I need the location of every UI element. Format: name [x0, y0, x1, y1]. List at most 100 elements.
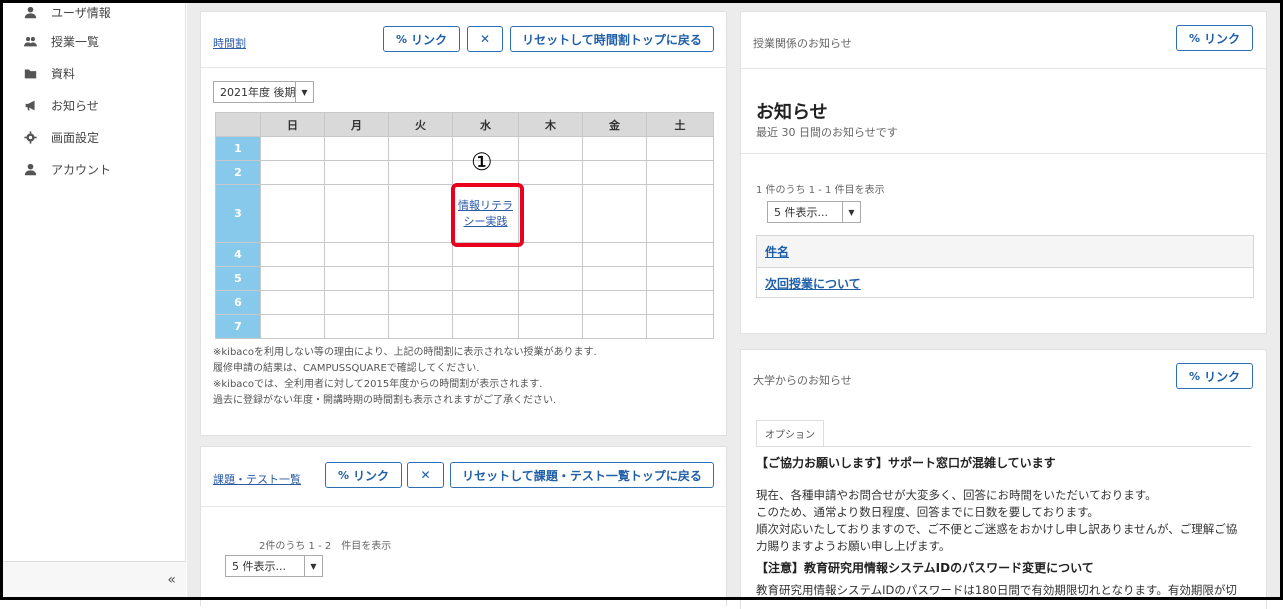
sidebar-item-label: アカウント [51, 162, 112, 177]
timetable-cell [260, 160, 325, 185]
bullhorn-icon [23, 98, 37, 112]
divider [741, 153, 1266, 154]
timetable-grid: 日 月 火 水 木 金 土 1 2 3 情報リテラシー実践 4 5 6 7 [215, 112, 714, 339]
timetable-cell [646, 160, 714, 185]
day-header: 日 [260, 112, 325, 137]
timetable-cell [260, 136, 325, 161]
timetable-cell [388, 160, 453, 185]
timetable-cell [260, 184, 325, 243]
main-area: 時間割 % リンク ✕ リセットして時間割トップに戻る 2021年度 後期 ▼ … [187, 3, 1280, 609]
tasks-reset-button-label: リセットして課題・テスト一覧トップに戻る [462, 468, 702, 483]
timetable-cell [646, 136, 714, 161]
tasks-title-link[interactable]: 課題・テスト一覧 [213, 471, 301, 487]
tasks-link-button[interactable]: % リンク [325, 462, 402, 488]
timetable-cell [646, 266, 714, 291]
user-icon [23, 5, 37, 19]
news-headline: 【注意】教育研究用情報システムIDのパスワード変更について [756, 561, 1094, 575]
day-header: 火 [388, 112, 453, 137]
user-icon [23, 162, 37, 176]
timetable-cell [582, 160, 647, 185]
folder-icon [23, 66, 37, 80]
sidebar-item-label: お知らせ [51, 98, 99, 113]
news-line: このため、通常より数日程度、回答までに日数を要しております。 [756, 505, 1099, 519]
timetable-reset-button-label: リセットして時間割トップに戻る [522, 32, 702, 47]
timetable-cell [388, 242, 453, 267]
tasks-reset-button[interactable]: リセットして課題・テスト一覧トップに戻る [450, 462, 714, 488]
sidebar-collapse-button[interactable]: « [3, 561, 186, 597]
class-notices-page-size-select[interactable]: 5 件表示... ▼ [767, 201, 861, 223]
sidebar-item-label: 資料 [51, 66, 76, 81]
notice-link[interactable]: 次回授業について [765, 275, 861, 292]
timetable-cell [388, 266, 453, 291]
sidebar-item-materials[interactable]: 資料 [3, 57, 185, 89]
sidebar-item-notices[interactable]: お知らせ [3, 89, 185, 121]
timetable-cell [452, 266, 519, 291]
tasks-page-size-select[interactable]: 5 件表示... ▼ [225, 555, 323, 577]
period-label: 3 [215, 184, 261, 243]
sidebar-item-account[interactable]: アカウント [3, 153, 185, 185]
class-notices-count-text: 1 件のうち 1 - 1 件目を表示 [756, 185, 885, 196]
gear-icon [23, 130, 37, 144]
day-header: 水 [452, 112, 519, 137]
period-label: 2 [215, 160, 261, 185]
timetable-title-link[interactable]: 時間割 [213, 35, 246, 51]
timetable-cell [646, 314, 714, 339]
table-row: 次回授業について [757, 268, 1253, 298]
note-line: ※kibacoでは、全利用者に対して2015年度からの時間割が表示されます. [213, 379, 543, 390]
period-label: 5 [215, 266, 261, 291]
tasks-link-button-label: リンク [353, 468, 390, 483]
timetable-reset-button[interactable]: リセットして時間割トップに戻る [510, 26, 714, 52]
period-label: 6 [215, 290, 261, 315]
timetable-link-button[interactable]: % リンク [383, 26, 460, 52]
news-line: 順次対応いたしておりますので、ご不便とご迷惑をおかけし申し訳ありませんが、ご理解… [756, 522, 1238, 536]
link-icon: % [1188, 369, 1200, 383]
timetable-expand-button[interactable]: ✕ [467, 26, 503, 52]
term-select-value: 2021年度 後期 [220, 86, 296, 99]
tab-option[interactable]: オプション [756, 420, 824, 446]
expand-icon: ✕ [479, 32, 491, 46]
timetable-link-button-label: リンク [411, 32, 448, 47]
sidebar-item-course-list[interactable]: 授業一覧 [3, 25, 185, 57]
tasks-card: 課題・テスト一覧 % リンク ✕ リセットして課題・テスト一覧トップに戻る 2件… [200, 446, 727, 606]
timetable-cell [582, 184, 647, 243]
timetable-cell [518, 242, 583, 267]
timetable-cell [646, 290, 714, 315]
sidebar-item-display-settings[interactable]: 画面設定 [3, 121, 185, 153]
timetable-header: 時間割 % リンク ✕ リセットして時間割トップに戻る [201, 12, 726, 68]
day-header: 金 [582, 112, 647, 137]
class-notices-table: 件名 次回授業について [756, 235, 1254, 298]
course-link[interactable]: 情報リテラシー実践 [458, 198, 514, 230]
class-notices-link-button[interactable]: % リンク [1176, 25, 1253, 51]
link-icon: % [1188, 31, 1200, 45]
timetable-cell [324, 160, 389, 185]
timetable-cell [452, 314, 519, 339]
news-line: 現在、各種申請やお問合せが大変多く、回答にお時間をいただいております。 [756, 488, 1157, 502]
timetable-cell [324, 290, 389, 315]
timetable-cell [518, 290, 583, 315]
note-line: 過去に登録がない年度・開講時期の時間割も表示されますがご了承ください. [213, 395, 557, 406]
timetable-cell [646, 242, 714, 267]
univ-notices-link-button[interactable]: % リンク [1176, 363, 1253, 389]
timetable-cell-course: 情報リテラシー実践 [452, 184, 519, 243]
link-icon: % [395, 32, 407, 46]
news-cut-line: 教育研究用情報システムIDのパスワードは180日間で有効期限切れとなります。有効… [756, 583, 1237, 597]
sidebar-item-user-info[interactable]: ユーザ情報 [3, 0, 185, 25]
sidebar-item-label: 授業一覧 [51, 34, 100, 49]
period-label: 1 [215, 136, 261, 161]
tasks-expand-button[interactable]: ✕ [407, 462, 444, 488]
timetable-cell [260, 242, 325, 267]
users-icon [23, 34, 37, 48]
timetable-notes: ※kibacoを利用しない等の理由により、上記の時間割に表示されない授業がありま… [213, 345, 723, 409]
timetable-cell [518, 160, 583, 185]
subject-column-header[interactable]: 件名 [765, 243, 789, 260]
term-select[interactable]: 2021年度 後期 ▼ [213, 81, 314, 103]
univ-notices-card: 大学からのお知らせ % リンク オプション 【ご協力お願いします】サポート窓口が… [740, 349, 1267, 609]
day-header: 土 [646, 112, 714, 137]
timetable-cell [646, 184, 714, 243]
news-headline: 【ご協力お願いします】サポート窓口が混雑しています [756, 456, 1056, 470]
timetable-cell [324, 136, 389, 161]
period-label: 7 [215, 314, 261, 339]
class-notices-card: 授業関係のお知らせ % リンク お知らせ 最近 30 日間のお知らせです 1 件… [740, 11, 1267, 334]
note-line: ※kibacoを利用しない等の理由により、上記の時間割に表示されない授業がありま… [213, 347, 597, 358]
note-line: 履修申請の結果は、CAMPUSSQUAREで確認してください. [213, 363, 480, 374]
